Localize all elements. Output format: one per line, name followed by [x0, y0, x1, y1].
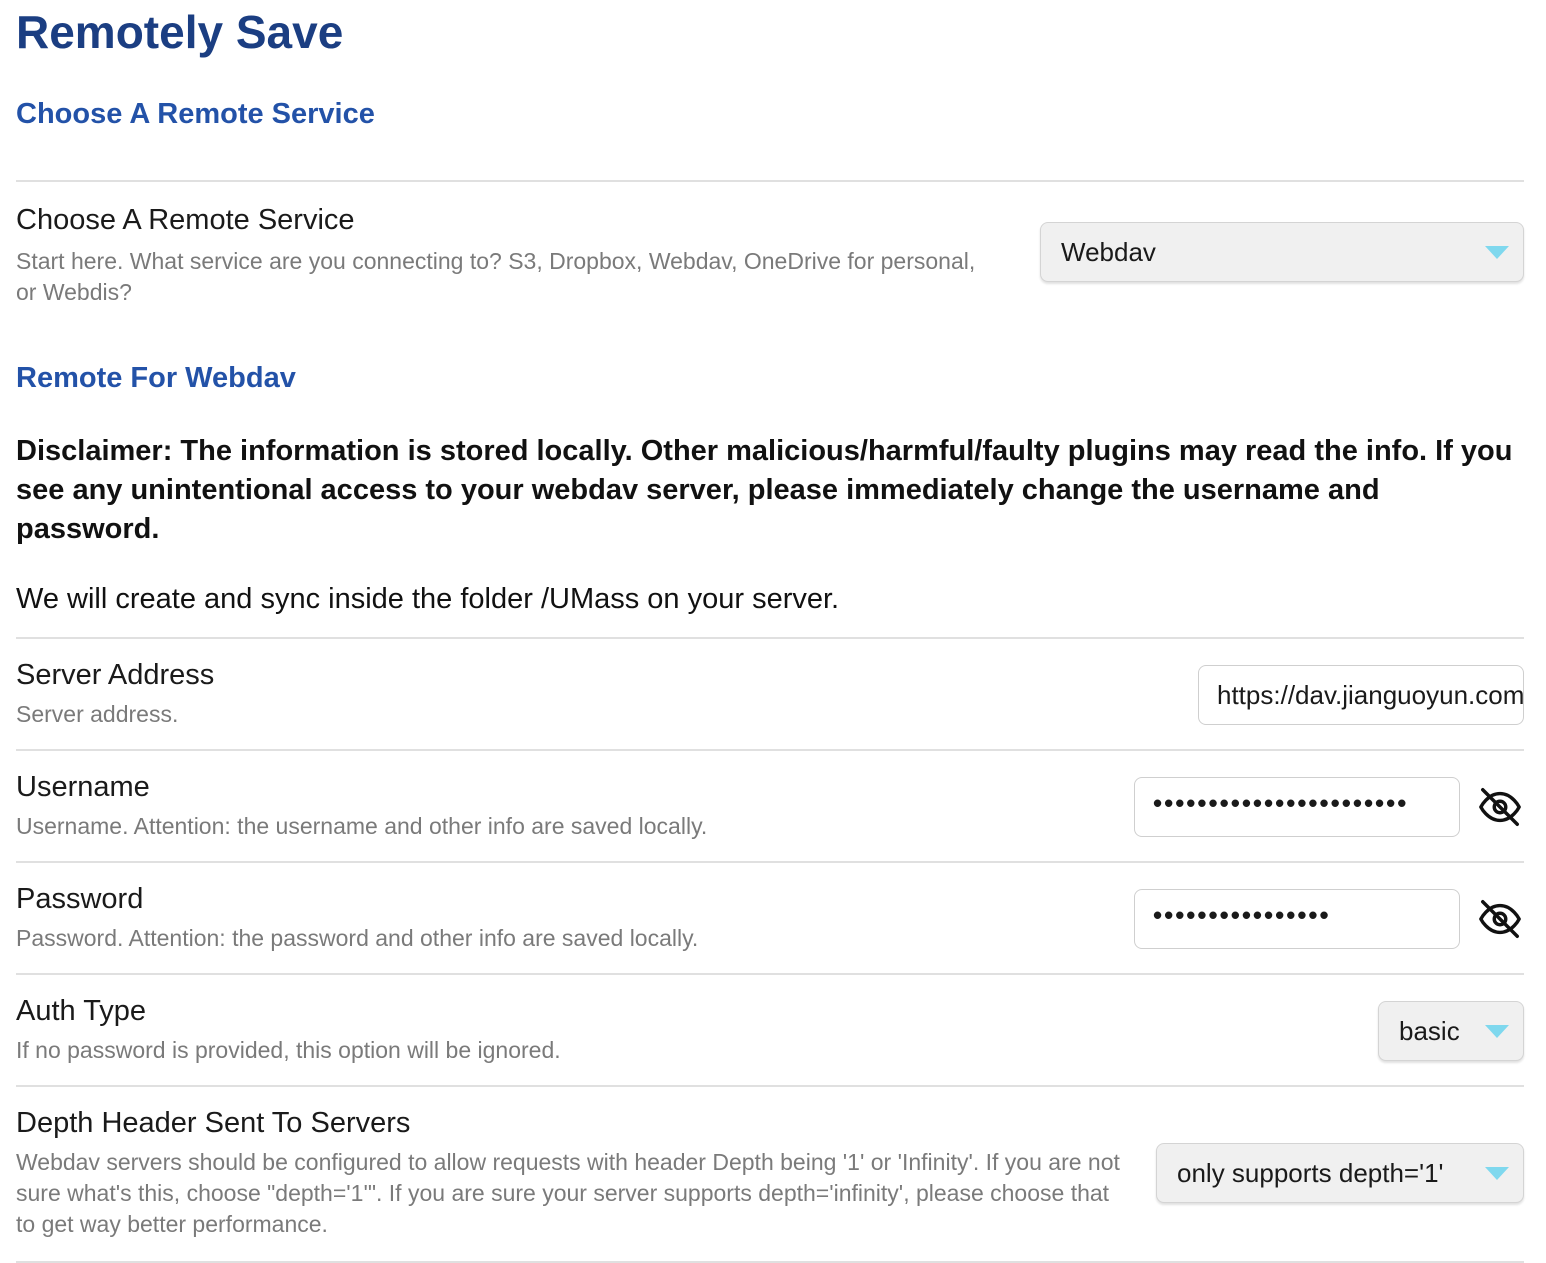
- settings-page: Remotely Save Choose A Remote Service Ch…: [0, 0, 1546, 1263]
- setting-description: Password. Attention: the password and ot…: [16, 925, 699, 951]
- username-input[interactable]: •••••••••••••••••••••••: [1134, 777, 1460, 837]
- setting-name: Server Address: [16, 659, 215, 691]
- setting-control: •••••••••••••••••••••••: [1134, 777, 1524, 837]
- section-heading-choose-remote: Choose A Remote Service: [16, 98, 375, 130]
- setting-name: Depth Header Sent To Servers: [16, 1107, 411, 1139]
- setting-description: Server address.: [16, 701, 179, 727]
- chevron-down-icon: [1485, 1167, 1509, 1180]
- folder-note: We will create and sync inside the folde…: [16, 583, 840, 615]
- setting-control: only supports depth='1': [1156, 1143, 1524, 1203]
- setting-username: Username Username. Attention: the userna…: [16, 751, 1524, 863]
- remote-service-dropdown[interactable]: Webdav: [1040, 222, 1524, 282]
- setting-info: Username Username. Attention: the userna…: [16, 769, 1134, 842]
- section-heading-remote-webdav: Remote For Webdav: [16, 362, 296, 394]
- setting-control: Webdav: [1040, 222, 1524, 282]
- chevron-down-icon: [1485, 246, 1509, 259]
- setting-name: Password: [16, 883, 144, 915]
- chevron-down-icon: [1485, 1025, 1509, 1038]
- setting-control: https://dav.jianguoyun.com/dav/: [1198, 665, 1524, 725]
- setting-auth-type: Auth Type If no password is provided, th…: [16, 975, 1524, 1087]
- setting-info: Auth Type If no password is provided, th…: [16, 993, 1378, 1066]
- setting-info: Password Password. Attention: the passwo…: [16, 881, 1134, 954]
- dropdown-value: only supports depth='1': [1177, 1158, 1444, 1188]
- setting-name: Username: [16, 771, 150, 803]
- page-title: Remotely Save: [16, 6, 344, 58]
- disclaimer-text: Disclaimer: The information is stored lo…: [16, 435, 1513, 545]
- password-input[interactable]: ••••••••••••••••: [1134, 889, 1460, 949]
- setting-server-address: Server Address Server address. https://d…: [16, 639, 1524, 751]
- setting-control: basic: [1378, 1001, 1524, 1061]
- setting-depth-header: Depth Header Sent To Servers Webdav serv…: [16, 1087, 1524, 1263]
- setting-description: Start here. What service are you connect…: [16, 248, 976, 305]
- dropdown-value: Webdav: [1061, 237, 1156, 267]
- setting-info: Depth Header Sent To Servers Webdav serv…: [16, 1105, 1126, 1240]
- auth-type-dropdown[interactable]: basic: [1378, 1001, 1524, 1061]
- server-address-input[interactable]: https://dav.jianguoyun.com/dav/: [1198, 665, 1524, 725]
- setting-control: ••••••••••••••••: [1134, 889, 1524, 949]
- eye-off-icon[interactable]: [1476, 895, 1524, 943]
- setting-name: Auth Type: [16, 995, 147, 1027]
- eye-off-icon[interactable]: [1476, 783, 1524, 831]
- setting-info: Choose A Remote Service Start here. What…: [16, 202, 976, 308]
- setting-info: Server Address Server address.: [16, 657, 1198, 730]
- dropdown-value: basic: [1399, 1016, 1460, 1046]
- setting-remote-service: Choose A Remote Service Start here. What…: [16, 182, 1524, 360]
- setting-password: Password Password. Attention: the passwo…: [16, 863, 1524, 975]
- setting-name: Choose A Remote Service: [16, 204, 355, 236]
- setting-description: If no password is provided, this option …: [16, 1037, 561, 1063]
- depth-header-dropdown[interactable]: only supports depth='1': [1156, 1143, 1524, 1203]
- setting-description: Username. Attention: the username and ot…: [16, 813, 708, 839]
- setting-description: Webdav servers should be configured to a…: [16, 1149, 1120, 1237]
